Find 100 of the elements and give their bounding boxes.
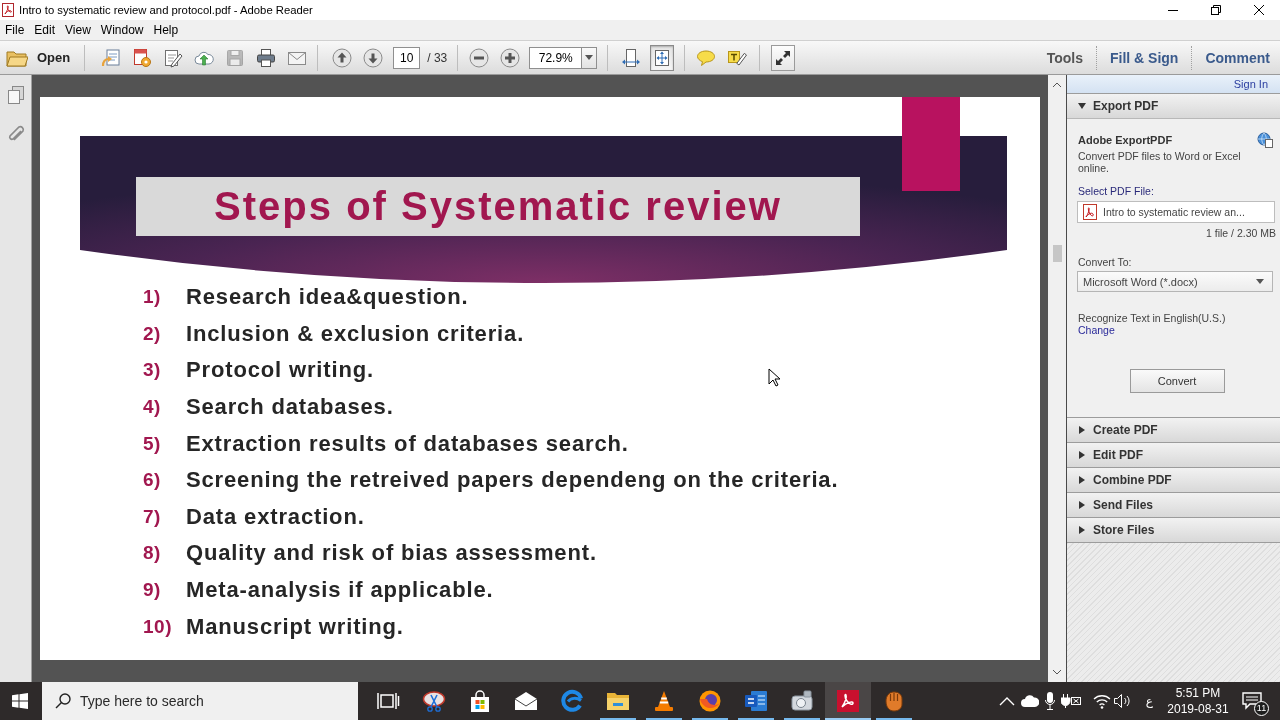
page-count: / 33 bbox=[427, 50, 448, 65]
pdf-file-icon bbox=[1083, 204, 1097, 220]
wifi-icon[interactable] bbox=[1092, 693, 1111, 709]
vertical-scrollbar[interactable] bbox=[1048, 75, 1066, 682]
page-number-field[interactable]: 10 bbox=[393, 46, 421, 69]
step-number: 5) bbox=[143, 432, 162, 455]
format-dropdown[interactable]: Microsoft Word (*.docx) bbox=[1077, 271, 1273, 292]
menu-item[interactable]: Window bbox=[95, 23, 149, 37]
mouse-pointer-icon bbox=[768, 368, 780, 387]
panel-header[interactable]: Export PDF bbox=[1067, 93, 1280, 118]
panel-header[interactable]: Combine PDF bbox=[1067, 467, 1280, 492]
clock-date: 2019-08-31 bbox=[1167, 701, 1229, 717]
step-text: Quality and risk of bias assessment. bbox=[186, 540, 597, 567]
minimize-icon bbox=[1167, 9, 1178, 11]
step-text: Protocol writing. bbox=[186, 357, 374, 384]
window-panes-icon bbox=[12, 693, 28, 709]
window-title: Intro to systematic review and protocol.pdf - Adobe Reader bbox=[19, 4, 313, 16]
step-text: Meta-analysis if applicable. bbox=[186, 577, 494, 604]
glove-icon bbox=[882, 689, 906, 713]
shopping-bag-icon bbox=[468, 689, 492, 713]
scroll-thumb[interactable] bbox=[1052, 245, 1062, 262]
step-number: 6) bbox=[143, 469, 162, 492]
globe-icon bbox=[698, 689, 722, 713]
zoom-dropdown-button[interactable] bbox=[581, 46, 598, 69]
notification-badge: 11 bbox=[1254, 701, 1269, 716]
step-number: 4) bbox=[143, 396, 162, 419]
expand-icon bbox=[775, 49, 792, 66]
clock-time: 5:51 PM bbox=[1175, 685, 1221, 701]
print-icon[interactable] bbox=[256, 47, 277, 68]
step-number: 10) bbox=[143, 615, 173, 638]
file-name: Intro to systematic review an... bbox=[1103, 206, 1245, 218]
change-link[interactable]: Change bbox=[1078, 324, 1115, 336]
menu-item[interactable]: File bbox=[0, 23, 30, 37]
step-number: 8) bbox=[143, 542, 162, 565]
step-number: 7) bbox=[143, 505, 162, 528]
folder-icon bbox=[6, 48, 28, 67]
pdf-app-icon bbox=[836, 689, 860, 713]
file-size-info: 1 file / 2.30 MB bbox=[1205, 227, 1276, 239]
menu-item[interactable]: View bbox=[60, 23, 96, 37]
globe-document-icon bbox=[1257, 132, 1273, 148]
panel-header[interactable]: Edit PDF bbox=[1067, 442, 1280, 467]
scroll-down-icon[interactable] bbox=[1053, 670, 1061, 675]
select-file-label: Select PDF File: bbox=[1078, 185, 1155, 197]
step-number: 3) bbox=[143, 359, 162, 382]
clock[interactable]: 5:51 PM 2019-08-31 bbox=[1166, 685, 1230, 717]
step-text: Extraction results of databases search. bbox=[186, 430, 629, 457]
convert-to-label: Convert To: bbox=[1078, 256, 1133, 268]
volume-icon[interactable] bbox=[1113, 693, 1132, 709]
zoom-field[interactable]: 72.9% bbox=[529, 46, 582, 69]
step-number: 2) bbox=[143, 322, 162, 345]
cloud-icon[interactable] bbox=[1020, 695, 1039, 707]
toolbar-tab[interactable]: Comment bbox=[1191, 45, 1280, 70]
envelope-icon bbox=[514, 689, 538, 713]
browser-icon bbox=[560, 689, 584, 713]
document-gear-icon[interactable] bbox=[132, 47, 153, 68]
service-description: Convert PDF files to Word or Excel online. bbox=[1078, 150, 1242, 174]
step-text: Manuscript writing. bbox=[186, 613, 404, 640]
microphone-icon[interactable] bbox=[1044, 692, 1055, 710]
taskbar-app-button[interactable] bbox=[825, 682, 871, 720]
caret-icon bbox=[1256, 279, 1264, 284]
panel-header[interactable]: Send Files bbox=[1067, 492, 1280, 517]
zoom-out-icon[interactable] bbox=[469, 47, 490, 68]
file-field[interactable]: Intro to systematic review an... bbox=[1077, 201, 1275, 223]
camera-icon bbox=[790, 689, 814, 713]
menu-item[interactable]: Help bbox=[148, 23, 184, 37]
document-pen-icon[interactable] bbox=[163, 47, 184, 68]
close-icon bbox=[1253, 5, 1264, 15]
slide-title: Steps of Systematic review bbox=[136, 177, 860, 236]
arrow-down-icon[interactable] bbox=[363, 47, 384, 68]
step-text: Screening the retreived papers dependeng on the criteria. bbox=[186, 467, 839, 494]
toolbar-tab[interactable]: Fill & Sign bbox=[1096, 45, 1192, 70]
service-title: Adobe ExportPDF bbox=[1078, 134, 1173, 146]
search-icon bbox=[55, 693, 71, 709]
panel-header[interactable]: Create PDF bbox=[1067, 417, 1280, 442]
pages-icon[interactable] bbox=[6, 85, 25, 105]
step-number: 1) bbox=[143, 286, 162, 309]
step-text: Data extraction. bbox=[186, 503, 365, 530]
menu-item[interactable]: Edit bbox=[29, 23, 61, 37]
step-text: Inclusion & exclusion criteria. bbox=[186, 320, 525, 347]
input-language[interactable]: ع bbox=[1145, 694, 1153, 708]
zoom-in-icon[interactable] bbox=[500, 47, 521, 68]
step-text: Research idea&question. bbox=[186, 284, 469, 311]
panel-header[interactable]: Store Files bbox=[1067, 517, 1280, 542]
scroll-up-icon[interactable] bbox=[1053, 82, 1061, 87]
restore-icon bbox=[1210, 5, 1221, 15]
scissors-icon bbox=[422, 689, 446, 713]
full-screen-button[interactable] bbox=[771, 44, 796, 71]
fit-page-icon bbox=[653, 48, 672, 67]
step-number: 9) bbox=[143, 579, 162, 602]
traffic-cone-icon bbox=[652, 689, 676, 713]
toolbar-tab[interactable]: Tools bbox=[1033, 45, 1096, 70]
document-app-icon bbox=[744, 689, 768, 713]
convert-button[interactable]: Convert bbox=[1129, 369, 1225, 393]
chevron-up-icon[interactable] bbox=[998, 696, 1015, 706]
open-button[interactable]: Open bbox=[4, 43, 75, 72]
arrow-up-icon[interactable] bbox=[332, 47, 353, 68]
power-plug-icon[interactable] bbox=[1060, 694, 1081, 708]
sign-in-link[interactable]: Sign In bbox=[1233, 78, 1268, 90]
search-field[interactable]: Type here to search bbox=[42, 682, 358, 720]
fit-page-button[interactable] bbox=[650, 44, 675, 71]
